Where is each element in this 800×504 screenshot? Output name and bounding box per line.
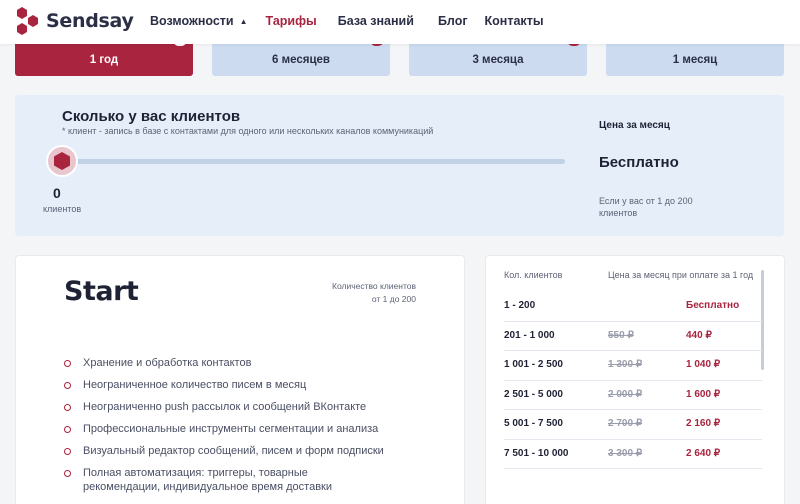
brand-name: Sendsay [46, 10, 134, 32]
period-label: 1 год [89, 54, 119, 66]
period-1-month[interactable]: 1 месяц [606, 40, 784, 76]
list-item: Профессиональные инструменты сегментации… [64, 422, 384, 444]
nav-item-label: Тарифы [265, 14, 317, 28]
price-table: Кол. клиентов Цена за месяц при оплате з… [485, 255, 785, 504]
row-old-price: 2 000 ₽ [608, 388, 643, 400]
row-new-price: 2 640 ₽ [686, 447, 721, 459]
nav-item-label: Блог [437, 14, 468, 28]
nav-item-knowledge-base[interactable]: База знаний [338, 14, 414, 28]
row-new-price: 440 ₽ [686, 329, 712, 341]
row-range: 2 501 - 5 000 [504, 388, 563, 400]
chevron-up-icon: ▲ [239, 16, 248, 26]
period-label: 3 месяца [472, 54, 524, 66]
plan-name: Start [64, 276, 139, 307]
row-old-price: 1 300 ₽ [608, 359, 643, 370]
table-row: 201 - 1 000 550 ₽ 440 ₽ [504, 322, 762, 351]
plan-quantity: Количество клиентов от 1 до 200 [332, 280, 416, 306]
hexagon-icon [54, 152, 70, 170]
feature-text: Неограниченное количество писем в месяц [83, 379, 307, 391]
table-row: 2 501 - 5 000 2 000 ₽ 1 600 ₽ [504, 381, 762, 410]
bullet-icon [64, 360, 71, 367]
row-old-price: 2 700 ₽ [608, 418, 643, 429]
row-range: 7 501 - 10 000 [504, 447, 569, 459]
logo[interactable]: Sendsay [14, 6, 134, 36]
bullet-icon [64, 448, 71, 455]
period-3-months[interactable]: 3 месяца [409, 38, 587, 76]
plan-quantity-label: Количество клиентов [332, 281, 416, 291]
bullet-icon [64, 470, 71, 477]
price-value: Бесплатно [599, 154, 679, 171]
bullet-icon [64, 426, 71, 433]
row-range: 201 - 1 000 [504, 329, 555, 341]
clients-calculator: Сколько у вас клиентов * клиент - запись… [15, 95, 784, 236]
table-row: 1 - 200 Бесплатно [504, 292, 762, 322]
feature-text: Хранение и обработка контактов [83, 357, 252, 369]
nav-item-tariffs[interactable]: Тарифы [266, 14, 317, 28]
nav-item-features[interactable]: Возможности ▲ [150, 14, 248, 28]
clients-count: 0 [53, 185, 61, 201]
column-header-price: Цена за месяц при оплате за 1 год [608, 270, 754, 280]
table-row: 1 001 - 2 500 1 300 ₽ 1 040 ₽ [504, 351, 762, 381]
plan-card: Start Количество клиентов от 1 до 200 Хр… [15, 255, 465, 504]
price-label: Цена за месяц [599, 120, 670, 131]
row-new-price: Бесплатно [686, 300, 740, 311]
plan-quantity-range: от 1 до 200 [371, 294, 416, 304]
table-row: 5 001 - 7 500 2 700 ₽ 2 160 ₽ [504, 410, 762, 440]
row-old-price: 550 ₽ [608, 329, 634, 341]
feature-text: Полная автоматизация: триггеры, товарные… [83, 467, 333, 493]
site-header: Sendsay Возможности ▲ Тарифы База знаний… [0, 0, 800, 44]
period-6-months[interactable]: 6 месяцев [212, 38, 390, 76]
bullet-icon [64, 404, 71, 411]
feature-text: Неограниченно push рассылок и сообщений … [83, 401, 367, 413]
column-header-clients: Кол. клиентов [504, 270, 563, 280]
feature-list: Хранение и обработка контактов Неогранич… [64, 356, 384, 502]
list-item: Визуальный редактор сообщений, писем и ф… [64, 444, 384, 466]
clients-slider-handle[interactable] [46, 145, 78, 177]
list-item: Неограниченно push рассылок и сообщений … [64, 400, 384, 422]
period-label: 6 месяцев [272, 54, 330, 66]
row-old-price: 3 300 ₽ [608, 447, 643, 459]
row-range: 1 001 - 2 500 [504, 359, 563, 370]
nav-item-label: Контакты [484, 14, 544, 28]
period-label: 1 месяц [672, 54, 718, 66]
row-range: 1 - 200 [504, 300, 536, 311]
price-note: Если у вас от 1 до 200 клиентов [599, 196, 693, 218]
nav-item-label: Возможности [150, 14, 234, 28]
list-item: Неограниченное количество писем в месяц [64, 378, 384, 400]
clients-unit: клиентов [43, 204, 82, 214]
list-item: Полная автоматизация: триггеры, товарные… [64, 466, 384, 502]
feature-text: Визуальный редактор сообщений, писем и ф… [83, 445, 384, 457]
clients-note: * клиент - запись в базе с контактами дл… [62, 126, 434, 136]
table-body: 1 - 200 Бесплатно 201 - 1 000 550 ₽ 440 … [504, 292, 762, 469]
table-row: 7 501 - 10 000 3 300 ₽ 2 640 ₽ [504, 440, 762, 469]
clients-slider-track[interactable] [75, 159, 565, 164]
nav-item-label: База знаний [337, 14, 414, 28]
clients-title: Сколько у вас клиентов [62, 108, 241, 125]
feature-text: Профессиональные инструменты сегментации… [83, 423, 379, 435]
list-item: Хранение и обработка контактов [64, 356, 384, 378]
bullet-icon [64, 382, 71, 389]
main-nav: Возможности ▲ Тарифы База знаний Блог Ко… [150, 14, 544, 28]
period-1-year[interactable]: 1 год [15, 38, 193, 76]
row-new-price: 2 160 ₽ [686, 418, 721, 429]
nav-item-blog[interactable]: Блог [438, 14, 468, 28]
sendsay-logo-icon [17, 7, 38, 35]
nav-item-contacts[interactable]: Контакты [485, 14, 544, 28]
row-new-price: 1 600 ₽ [686, 388, 721, 400]
row-range: 5 001 - 7 500 [504, 418, 563, 429]
row-new-price: 1 040 ₽ [686, 359, 721, 370]
